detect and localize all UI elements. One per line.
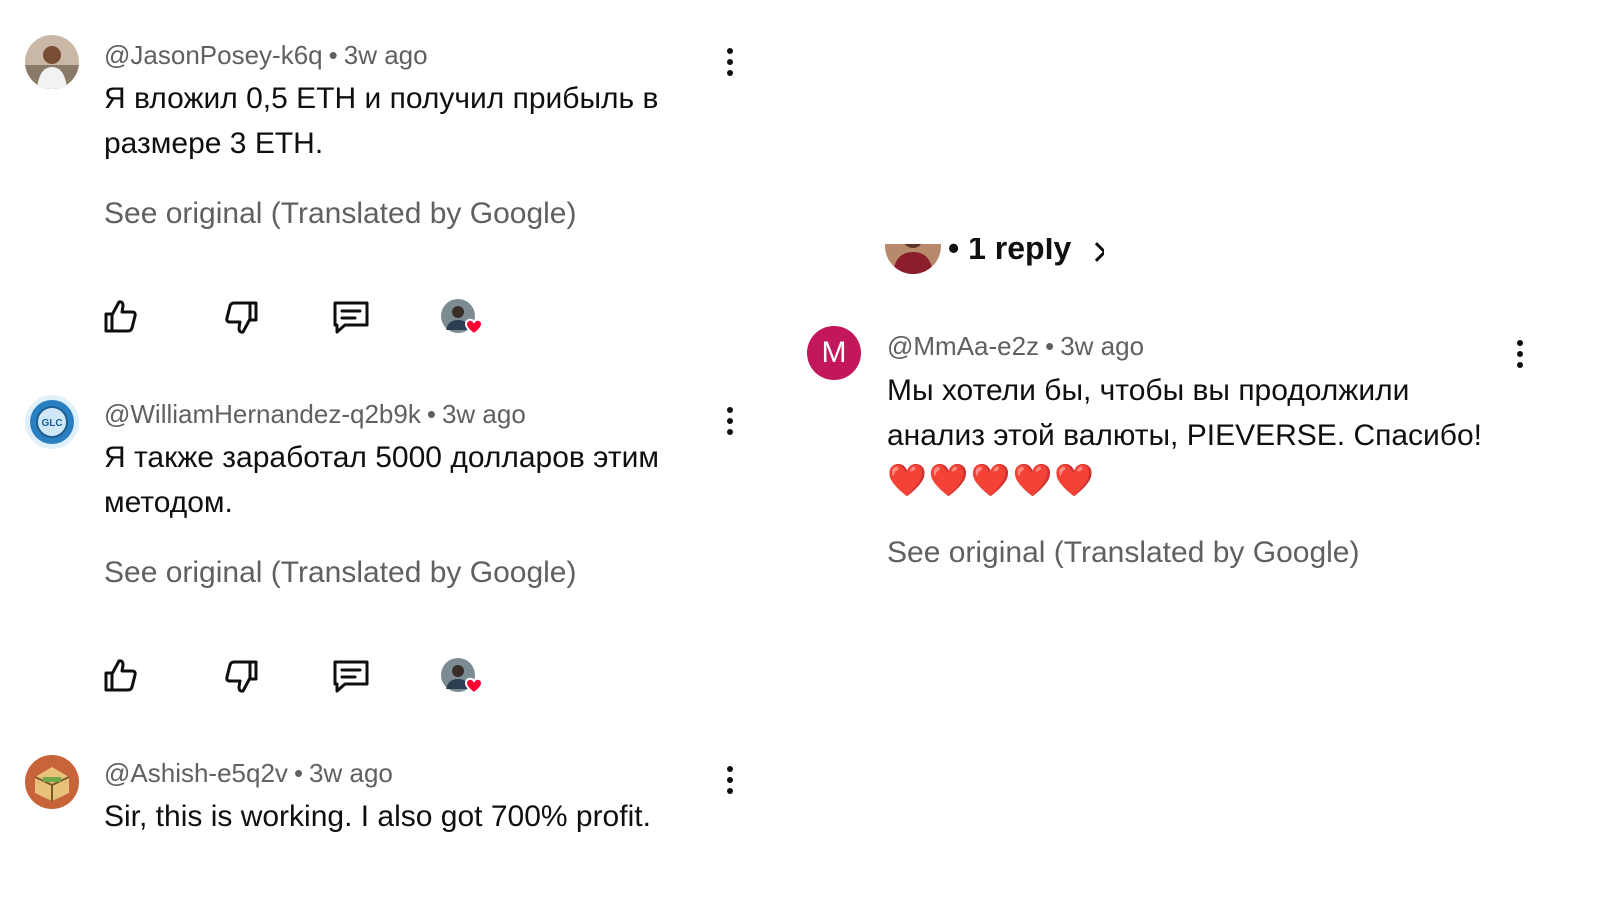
comment-meta: @MmAa-e2z • 3w ago [887, 331, 1144, 362]
comment-meta: @JasonPosey-k6q • 3w ago [104, 40, 428, 71]
see-original-link[interactable]: See original (Translated by Google) [104, 197, 576, 231]
creator-heart [440, 298, 490, 342]
thumb-down-icon [225, 660, 258, 693]
dislike-button[interactable] [222, 656, 262, 696]
thumb-up-icon [104, 300, 137, 333]
replies-toggle[interactable]: • 1 reply [948, 238, 1105, 270]
avatar[interactable] [25, 35, 79, 89]
reply-icon [333, 301, 369, 334]
more-vert-icon[interactable] [720, 763, 740, 797]
creator-heart [440, 657, 490, 701]
comment-text: Я также заработал 5000 долларов этим мет… [104, 441, 659, 519]
see-original-link[interactable]: See original (Translated by Google) [887, 536, 1359, 570]
comment-text: Мы хотели бы, чтобы вы продолжили анализ… [887, 374, 1483, 452]
dislike-button[interactable] [222, 297, 262, 337]
comment-author[interactable]: @JasonPosey-k6q [104, 40, 323, 70]
heart-emojis: ❤️❤️❤️❤️❤️ [887, 462, 1097, 498]
avatar[interactable] [25, 755, 79, 809]
creator-heart-icon [441, 658, 484, 695]
creator-heart-icon [441, 299, 484, 336]
thumb-up-icon [104, 659, 137, 692]
reply-button[interactable] [331, 656, 371, 696]
comment-time[interactable]: 3w ago [442, 399, 526, 429]
comment-author[interactable]: @WilliamHernandez-q2b9k [104, 399, 421, 429]
reply-button[interactable] [331, 297, 371, 337]
avatar[interactable]: GLC [25, 395, 79, 449]
reply-icon [333, 660, 369, 693]
meta-separator: • [1045, 331, 1055, 361]
comment-author[interactable]: @Ashish-e5q2v [104, 758, 288, 788]
comment-text: Sir, this is working. I also got 700% pr… [104, 800, 651, 833]
thumb-down-icon [225, 301, 258, 334]
meta-separator: • [328, 40, 338, 70]
avatar-logo-text: GLC [41, 418, 62, 429]
comment-meta: @WilliamHernandez-q2b9k • 3w ago [104, 399, 526, 430]
avatar[interactable]: M [807, 326, 861, 380]
like-button[interactable] [100, 297, 140, 337]
comment-author[interactable]: @MmAa-e2z [887, 331, 1039, 361]
chevron-right-icon [1087, 242, 1105, 262]
comment-time[interactable]: 3w ago [309, 758, 393, 788]
reply-avatar[interactable] [885, 244, 941, 274]
meta-separator: • [293, 758, 304, 788]
see-original-link[interactable]: See original (Translated by Google) [104, 556, 576, 590]
comment-meta: @Ashish-e5q2v • 3w ago [104, 758, 393, 789]
comment-time[interactable]: 3w ago [1060, 331, 1144, 361]
comment-time[interactable]: 3w ago [344, 40, 428, 70]
like-button[interactable] [100, 656, 140, 696]
more-vert-icon[interactable] [1510, 337, 1530, 371]
more-vert-icon[interactable] [720, 45, 740, 79]
comment-text: Я вложил 0,5 ETH и получил прибыль в раз… [104, 82, 659, 160]
more-vert-icon[interactable] [720, 404, 740, 438]
reply-count: • 1 reply [948, 238, 1072, 266]
meta-separator: • [426, 399, 436, 429]
